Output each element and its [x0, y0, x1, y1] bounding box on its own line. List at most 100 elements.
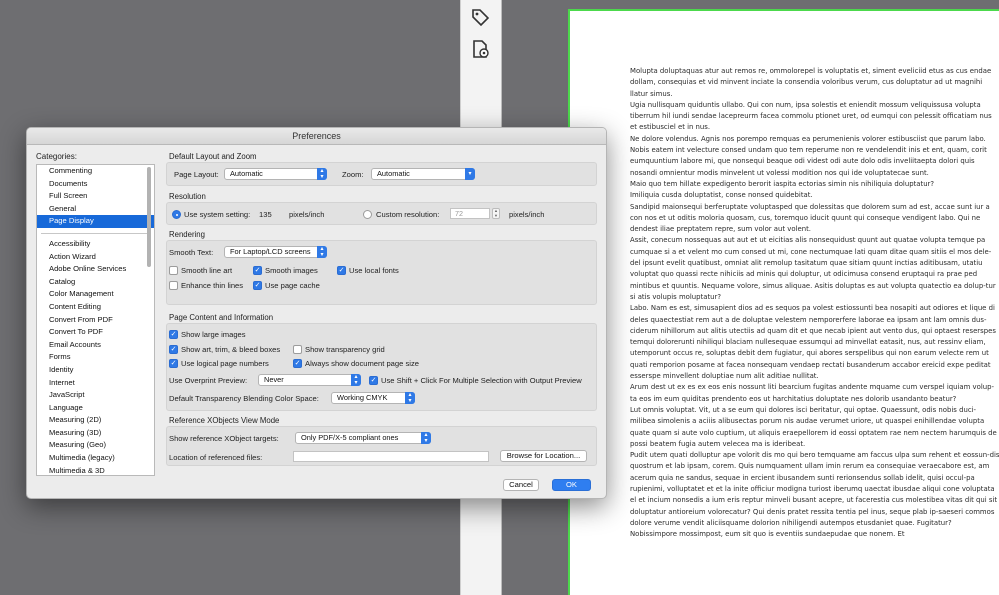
- overprint-select[interactable]: Never ▴ ▾: [258, 374, 361, 386]
- document-settings-icon[interactable]: [469, 38, 491, 60]
- page-layout-value: Automatic: [230, 169, 263, 178]
- category-item-convert-to-pdf[interactable]: Convert To PDF: [37, 326, 154, 339]
- category-item-adobe-online-services[interactable]: Adobe Online Services: [37, 263, 154, 276]
- document-page: Molupta doluptaquas atur aut remos re, o…: [568, 9, 999, 595]
- smooth-line-art-checkbox[interactable]: [169, 266, 178, 275]
- location-label: Location of referenced files:: [169, 453, 263, 462]
- custom-resolution-radio[interactable]: [363, 210, 372, 219]
- layout-zoom-panel: Page Layout: Automatic ▴ ▾ Zoom: Automati…: [166, 162, 597, 186]
- ok-button[interactable]: OK: [552, 479, 591, 491]
- use-local-fonts-label: Use local fonts: [349, 266, 399, 275]
- category-item-content-editing[interactable]: Content Editing: [37, 301, 154, 314]
- system-resolution-unit: pixels/inch: [289, 210, 325, 219]
- categories-scrollbar[interactable]: [147, 167, 151, 267]
- category-divider: [41, 232, 150, 234]
- doc-paragraph: Ugia nullisquam quiduntis ullabo. Qui co…: [630, 100, 992, 132]
- preferences-dialog: Preferences Categories: Commenting Docum…: [26, 127, 607, 499]
- show-targets-select[interactable]: Only PDF/X-5 compliant ones ▴ ▾: [295, 432, 431, 444]
- overprint-value: Never: [264, 375, 284, 384]
- smooth-text-select[interactable]: For Laptop/LCD screens ▴ ▾: [224, 246, 327, 258]
- category-item-measuring-2d[interactable]: Measuring (2D): [37, 414, 154, 427]
- doc-paragraph: Maio quo tem hillate expedigento berorit…: [630, 179, 935, 188]
- layout-zoom-title: Default Layout and Zoom: [169, 152, 257, 161]
- category-item-javascript[interactable]: JavaScript: [37, 389, 154, 402]
- logical-page-numbers-checkbox[interactable]: ✓: [169, 359, 178, 368]
- category-item-color-management[interactable]: Color Management: [37, 288, 154, 301]
- show-art-trim-checkbox[interactable]: ✓: [169, 345, 178, 354]
- custom-resolution-field[interactable]: 72: [450, 208, 490, 219]
- categories-list: Commenting Documents Full Screen General…: [36, 164, 155, 476]
- blending-select[interactable]: Working CMYK ▴ ▾: [331, 392, 415, 404]
- enhance-thin-lines-label: Enhance thin lines: [181, 281, 244, 290]
- doc-paragraph: Labo. Nam es est, simusapient dios ad es…: [630, 304, 996, 381]
- page-content-panel: ✓ Show large images ✓ Show art, trim, & …: [166, 323, 597, 411]
- cancel-button[interactable]: Cancel: [503, 479, 539, 491]
- chevron-updown-icon: ▴ ▾: [421, 432, 431, 444]
- use-page-cache-checkbox[interactable]: ✓: [253, 281, 262, 290]
- overprint-label: Use Overprint Preview:: [169, 376, 248, 385]
- rendering-panel: Smooth Text: For Laptop/LCD screens ▴ ▾ S…: [166, 240, 597, 305]
- zoom-label: Zoom:: [342, 170, 364, 179]
- category-item-internet[interactable]: Internet: [37, 377, 154, 390]
- logical-page-numbers-label: Use logical page numbers: [181, 359, 269, 368]
- resolution-title: Resolution: [169, 192, 206, 201]
- category-item-commenting[interactable]: Commenting: [37, 165, 154, 178]
- use-system-radio[interactable]: [172, 210, 181, 219]
- category-item-identity[interactable]: Identity: [37, 364, 154, 377]
- show-targets-label: Show reference XObject targets:: [169, 434, 279, 443]
- chevron-updown-icon: ▴ ▾: [405, 392, 415, 404]
- category-item-language[interactable]: Language: [37, 402, 154, 415]
- blending-value: Working CMYK: [337, 393, 388, 402]
- blending-label: Default Transparency Blending Color Spac…: [169, 394, 319, 403]
- doc-paragraph: Sandipid maionsequi berferuptate volupta…: [630, 202, 990, 234]
- category-item-catalog[interactable]: Catalog: [37, 276, 154, 289]
- dialog-title: Preferences: [27, 128, 606, 145]
- smooth-text-label: Smooth Text:: [169, 248, 214, 257]
- chevron-updown-icon: ▴ ▾: [317, 168, 327, 180]
- tag-icon[interactable]: [469, 6, 491, 28]
- category-item-email-accounts[interactable]: Email Accounts: [37, 339, 154, 352]
- show-transparency-grid-checkbox[interactable]: [293, 345, 302, 354]
- show-transparency-grid-label: Show transparency grid: [305, 345, 385, 354]
- shift-click-checkbox[interactable]: ✓: [369, 376, 378, 385]
- doc-paragraph: Molupta doluptaquas atur aut remos re, o…: [630, 67, 992, 98]
- category-item-multimedia-legacy[interactable]: Multimedia (legacy): [37, 452, 154, 465]
- category-item-action-wizard[interactable]: Action Wizard: [37, 251, 154, 264]
- page-layout-label: Page Layout:: [174, 170, 219, 179]
- resolution-panel: Use system setting: 135 pixels/inch Cust…: [166, 202, 597, 225]
- category-item-general[interactable]: General: [37, 203, 154, 216]
- browse-location-button[interactable]: Browse for Location...: [500, 450, 587, 462]
- smooth-images-label: Smooth images: [265, 266, 318, 275]
- category-item-full-screen[interactable]: Full Screen: [37, 190, 154, 203]
- use-system-label: Use system setting:: [184, 210, 251, 219]
- category-item-convert-from-pdf[interactable]: Convert From PDF: [37, 314, 154, 327]
- doc-paragraph: Lut omnis voluptat. Vit, ut a se eum qui…: [630, 405, 997, 448]
- show-targets-value: Only PDF/X-5 compliant ones: [301, 433, 399, 442]
- smooth-images-checkbox[interactable]: ✓: [253, 266, 262, 275]
- xobjects-title: Reference XObjects View Mode: [169, 416, 280, 425]
- category-item-measuring-geo[interactable]: Measuring (Geo): [37, 439, 154, 452]
- show-large-images-label: Show large images: [181, 330, 246, 339]
- chevron-down-icon: ▾: [465, 168, 475, 180]
- page-layout-select[interactable]: Automatic ▴ ▾: [224, 168, 327, 180]
- categories-label: Categories:: [36, 152, 77, 161]
- category-item-forms[interactable]: Forms: [37, 351, 154, 364]
- category-item-page-display[interactable]: Page Display: [37, 215, 154, 228]
- show-art-trim-label: Show art, trim, & bleed boxes: [181, 345, 281, 354]
- use-local-fonts-checkbox[interactable]: ✓: [337, 266, 346, 275]
- xobjects-panel: Show reference XObject targets: Only PDF…: [166, 426, 597, 466]
- rendering-title: Rendering: [169, 230, 205, 239]
- category-item-accessibility[interactable]: Accessibility: [37, 238, 154, 251]
- smooth-text-value: For Laptop/LCD screens: [230, 247, 311, 256]
- always-show-doc-size-checkbox[interactable]: ✓: [293, 359, 302, 368]
- location-field[interactable]: [293, 451, 489, 462]
- enhance-thin-lines-checkbox[interactable]: [169, 281, 178, 290]
- show-large-images-checkbox[interactable]: ✓: [169, 330, 178, 339]
- system-resolution-value: 135: [259, 210, 272, 219]
- shift-click-label: Use Shift + Click For Multiple Selection…: [381, 376, 582, 385]
- category-item-multimedia-3d[interactable]: Multimedia & 3D: [37, 465, 154, 475]
- category-item-measuring-3d[interactable]: Measuring (3D): [37, 427, 154, 440]
- zoom-select[interactable]: Automatic ▾: [371, 168, 475, 180]
- category-item-documents[interactable]: Documents: [37, 178, 154, 191]
- stepper-icon[interactable]: ▲ ▼: [492, 208, 500, 219]
